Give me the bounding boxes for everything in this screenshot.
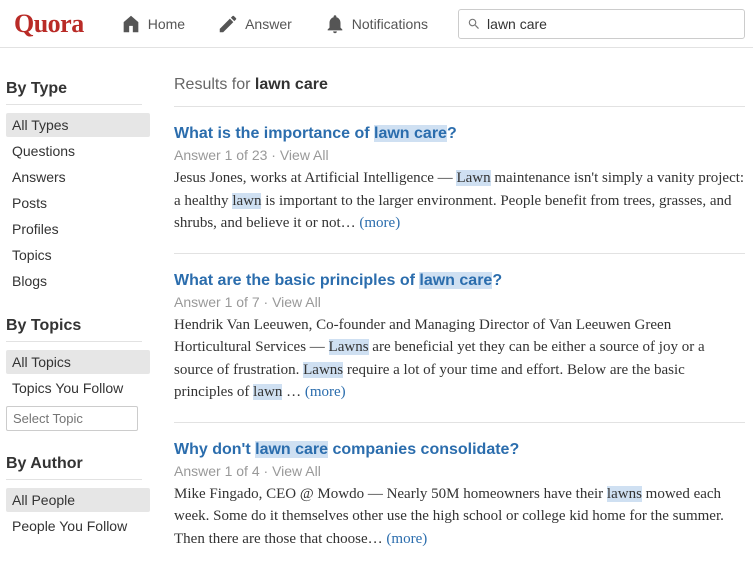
logo[interactable]: Quora — [14, 9, 84, 39]
home-icon — [120, 13, 142, 35]
nav-notifications-label: Notifications — [352, 16, 428, 32]
highlight: lawn — [232, 193, 261, 209]
filter-people-follow[interactable]: People You Follow — [6, 514, 150, 538]
more-link[interactable]: (more) — [386, 531, 427, 547]
filter-all-people[interactable]: All People — [6, 488, 150, 512]
filter-blogs[interactable]: Blogs — [6, 269, 150, 293]
result-title[interactable]: What are the basic principles of lawn ca… — [174, 272, 745, 290]
filter-by-topics: By Topics All Topics Topics You Follow — [6, 317, 150, 431]
nav-home-label: Home — [148, 16, 185, 32]
filter-all-topics[interactable]: All Topics — [6, 350, 150, 374]
filter-title-type: By Type — [6, 80, 142, 105]
answer-body: Mike Fingado, CEO @ Mowdo — Nearly 50M h… — [174, 483, 745, 551]
filter-title-topics: By Topics — [6, 317, 142, 342]
view-all-link[interactable]: View All — [272, 463, 321, 479]
topic-select-input[interactable] — [6, 406, 138, 431]
result-item: What are the basic principles of lawn ca… — [174, 272, 745, 423]
highlight: Lawn — [456, 170, 490, 186]
filter-questions[interactable]: Questions — [6, 139, 150, 163]
filter-posts[interactable]: Posts — [6, 191, 150, 215]
answer-body: Hendrik Van Leeuwen, Co-founder and Mana… — [174, 314, 745, 404]
answer-count: Answer 1 of 4 — [174, 463, 260, 479]
filter-profiles[interactable]: Profiles — [6, 217, 150, 241]
view-all-link[interactable]: View All — [272, 294, 321, 310]
answer-meta: Answer 1 of 4 · View All — [174, 463, 745, 479]
results-query: lawn care — [255, 76, 328, 93]
more-link[interactable]: (more) — [359, 215, 400, 231]
answer-body: Jesus Jones, works at Artificial Intelli… — [174, 167, 745, 235]
filter-topics-follow[interactable]: Topics You Follow — [6, 376, 150, 400]
filter-by-type: By Type All Types Questions Answers Post… — [6, 80, 150, 293]
nav-answer[interactable]: Answer — [203, 0, 306, 48]
highlight: Lawns — [303, 362, 343, 378]
highlight: lawn care — [374, 125, 447, 142]
nav-answer-label: Answer — [245, 16, 292, 32]
answer-meta: Answer 1 of 23 · View All — [174, 147, 745, 163]
filter-topics[interactable]: Topics — [6, 243, 150, 267]
nav-home[interactable]: Home — [106, 0, 199, 48]
topbar: Quora Home Answer Notifications — [0, 0, 753, 48]
filter-all-types[interactable]: All Types — [6, 113, 150, 137]
highlight: Lawns — [329, 339, 369, 355]
more-link[interactable]: (more) — [305, 384, 346, 400]
answer-count: Answer 1 of 7 — [174, 294, 260, 310]
pencil-icon — [217, 13, 239, 35]
filter-answers[interactable]: Answers — [6, 165, 150, 189]
sidebar: By Type All Types Questions Answers Post… — [0, 48, 150, 586]
results-header: Results for lawn care — [174, 76, 745, 107]
answer-count: Answer 1 of 23 — [174, 147, 267, 163]
results-prefix: Results for — [174, 76, 255, 93]
search-icon — [467, 17, 481, 31]
highlight: lawn care — [419, 272, 492, 289]
content: Results for lawn care What is the import… — [150, 48, 753, 586]
filter-title-author: By Author — [6, 455, 142, 480]
search-input[interactable] — [487, 16, 736, 32]
result-item: Why don't lawn care companies consolidat… — [174, 441, 745, 569]
filter-by-author: By Author All People People You Follow — [6, 455, 150, 538]
main-layout: By Type All Types Questions Answers Post… — [0, 48, 753, 586]
view-all-link[interactable]: View All — [280, 147, 329, 163]
result-title[interactable]: Why don't lawn care companies consolidat… — [174, 441, 745, 459]
nav-notifications[interactable]: Notifications — [310, 0, 442, 48]
highlight: lawns — [607, 486, 642, 502]
highlight: lawn — [253, 384, 282, 400]
answer-meta: Answer 1 of 7 · View All — [174, 294, 745, 310]
highlight: lawn care — [255, 441, 328, 458]
search-box[interactable] — [458, 9, 745, 39]
bell-icon — [324, 13, 346, 35]
result-item: What is the importance of lawn care? Ans… — [174, 125, 745, 254]
result-title[interactable]: What is the importance of lawn care? — [174, 125, 745, 143]
